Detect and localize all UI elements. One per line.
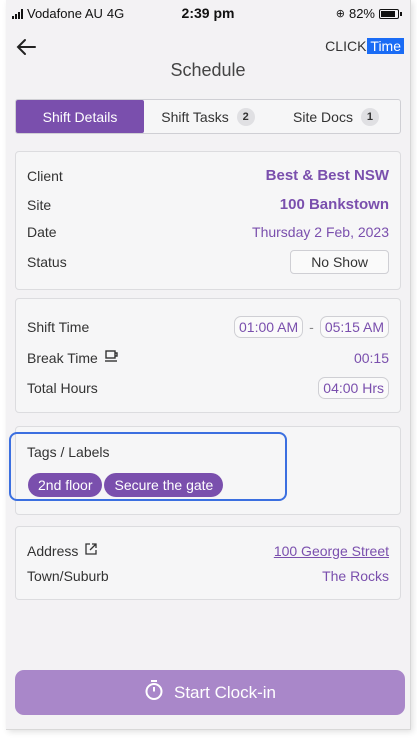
break-time-row: Break Time 00:15 (27, 349, 389, 366)
time-separator: - (309, 319, 314, 335)
tags-focus-outline (9, 432, 287, 501)
site-label: Site (27, 196, 52, 213)
brand-time: Time (367, 38, 404, 54)
client-row: Client Best & Best NSW (27, 167, 389, 184)
count-badge: 2 (236, 107, 255, 126)
address-label-wrap: Address (27, 542, 98, 559)
total-hours-label: Total Hours (27, 380, 98, 396)
date-label: Date (27, 224, 57, 240)
status-label: Status (27, 254, 67, 270)
tab-label: Shift Details (42, 108, 118, 125)
page-title: Schedule (170, 60, 246, 80)
tab-label: Shift Tasks (161, 108, 229, 125)
total-hours-value: 04:00 Hrs (318, 377, 389, 399)
site-value: 100 Bankstown (279, 196, 389, 213)
address-link[interactable]: 100 George Street (274, 543, 389, 559)
battery-icon (379, 8, 399, 19)
tab-shift-details[interactable]: Shift Details (16, 100, 144, 133)
coffee-cup-icon (104, 349, 120, 366)
town-label: Town/Suburb (27, 568, 109, 584)
date-row: Date Thursday 2 Feb, 2023 (27, 224, 389, 240)
status-bar: Vodafone AU 4G 2:39 pm ⊕ 82% (6, 0, 410, 28)
shift-time-row: Shift Time 01:00 AM - 05:15 AM (27, 316, 389, 338)
tab-site-docs[interactable]: Site Docs 1 (272, 100, 400, 133)
start-time[interactable]: 01:00 AM (234, 316, 304, 338)
battery-cap (400, 11, 402, 16)
tab-bar: Shift Details Shift Tasks 2 Site Docs 1 (15, 99, 401, 134)
start-clock-in-label: Start Clock-in (173, 682, 277, 702)
start-clock-in-button[interactable]: Start Clock-in (15, 670, 405, 715)
town-value: The Rocks (322, 568, 389, 584)
brand-click: CLICK (325, 38, 367, 54)
break-time-label-wrap: Break Time (27, 349, 120, 366)
break-time-label: Break Time (27, 349, 98, 366)
external-link-icon[interactable] (84, 542, 98, 559)
shift-times-card: Shift Time 01:00 AM - 05:15 AM Break Tim… (15, 298, 401, 413)
break-time-value: 00:15 (353, 349, 389, 366)
address-card: Address 100 George Street Town/Suburb Th… (15, 526, 401, 600)
phone-screen: Vodafone AU 4G 2:39 pm ⊕ 82% CLICK Time … (6, 0, 411, 730)
shift-details-card: Client Best & Best NSW Site 100 Bankstow… (15, 151, 401, 290)
status-row: Status No Show (27, 250, 389, 274)
battery-info: ⊕ 82% (336, 6, 402, 21)
address-label: Address (27, 542, 79, 559)
back-arrow-icon[interactable] (16, 36, 36, 62)
shift-time-label: Shift Time (27, 319, 90, 335)
battery-percent: 82% (348, 6, 375, 21)
client-value: Best & Best NSW (265, 167, 389, 184)
stopwatch-icon (144, 679, 164, 706)
tab-label: Site Docs (293, 108, 353, 125)
address-row: Address 100 George Street (27, 542, 389, 559)
date-value: Thursday 2 Feb, 2023 (252, 224, 389, 240)
brand-logo: CLICK Time (325, 38, 404, 54)
town-row: Town/Suburb The Rocks (27, 568, 389, 584)
orientation-lock-icon: ⊕ (335, 8, 345, 20)
shift-time-range: 01:00 AM - 05:15 AM (234, 316, 389, 338)
count-badge: 1 (360, 107, 379, 126)
client-label: Client (27, 167, 63, 184)
total-hours-row: Total Hours 04:00 Hrs (27, 377, 389, 399)
tab-shift-tasks[interactable]: Shift Tasks 2 (144, 100, 272, 133)
end-time[interactable]: 05:15 AM (319, 316, 389, 338)
status-value: No Show (290, 250, 389, 274)
site-row: Site 100 Bankstown (27, 196, 389, 213)
